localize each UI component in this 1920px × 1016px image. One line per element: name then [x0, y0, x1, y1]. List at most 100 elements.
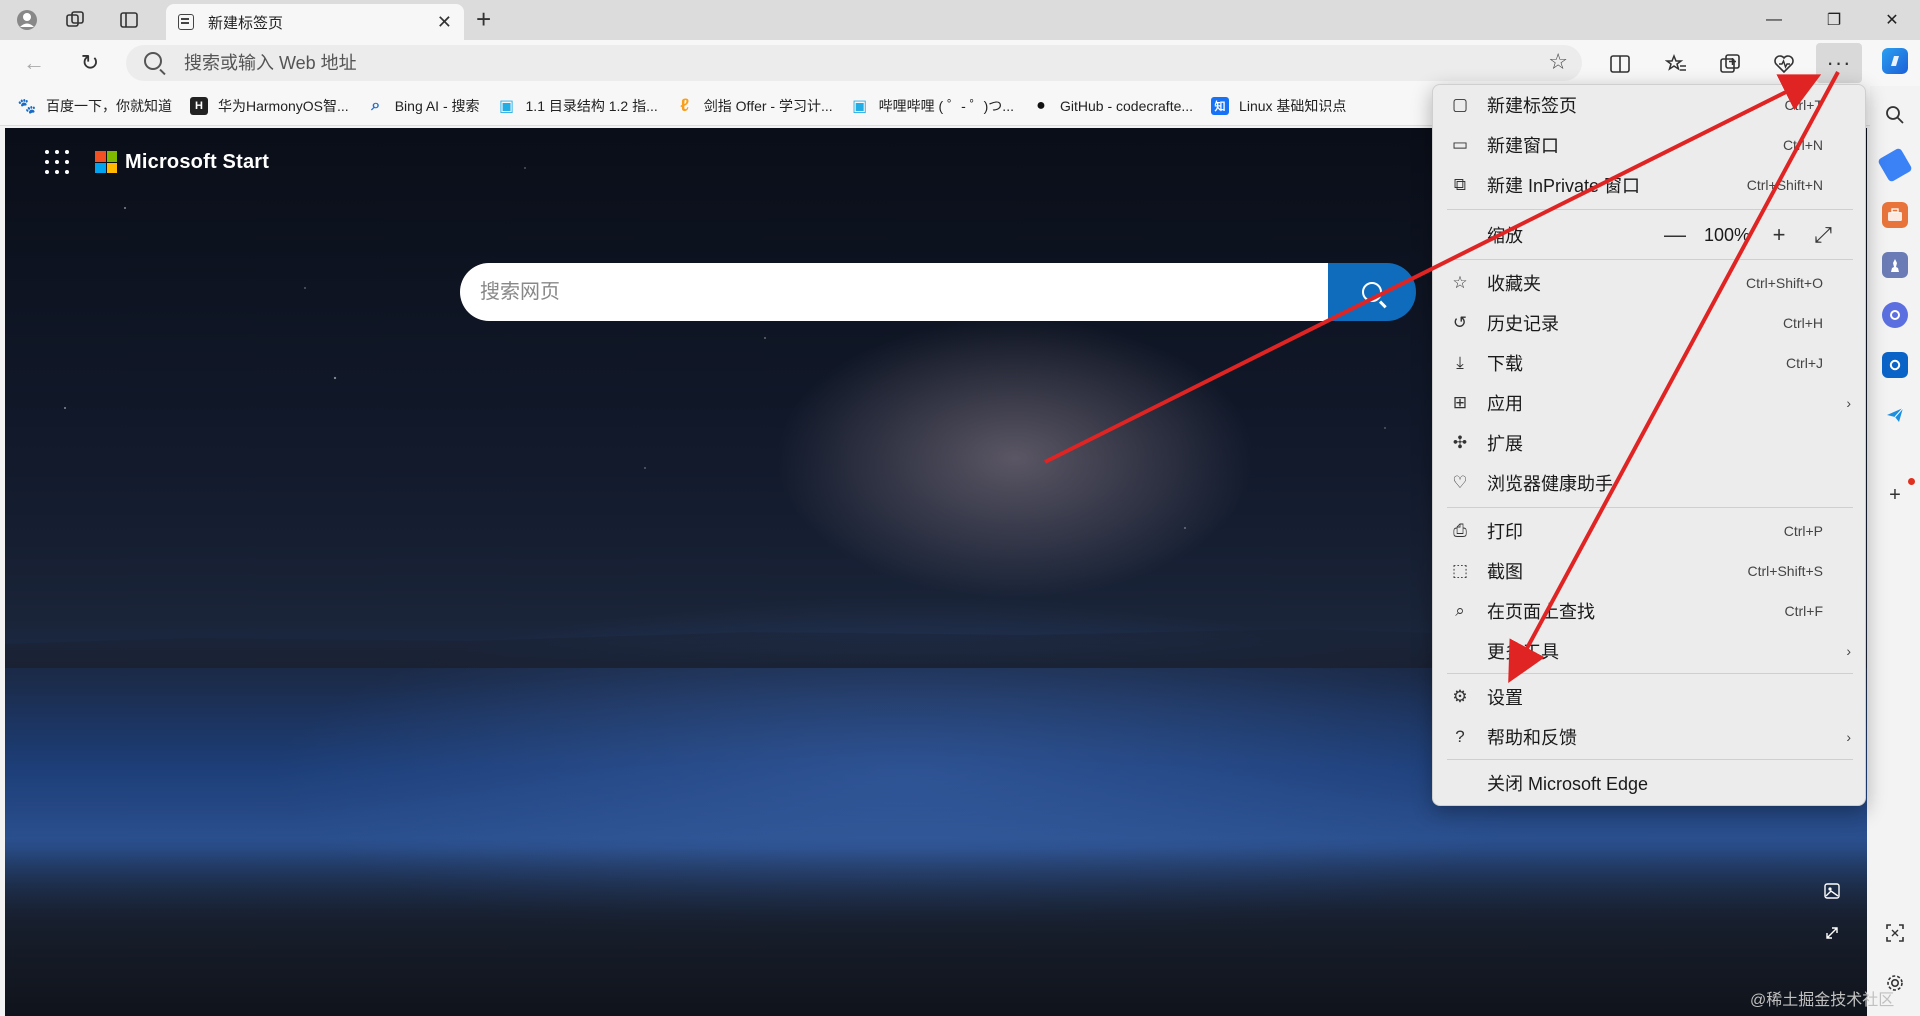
- favorite-label: 1.1 目录结构 1.2 指...: [525, 97, 658, 114]
- refresh-button[interactable]: ↻: [74, 47, 106, 79]
- favorites-icon[interactable]: [1660, 48, 1692, 80]
- tab-title: 新建标签页: [208, 14, 284, 32]
- shore-background: [5, 848, 1867, 1016]
- close-tab-button[interactable]: ✕: [437, 12, 452, 33]
- collections-icon[interactable]: [1714, 48, 1746, 80]
- workspaces-icon[interactable]: [60, 6, 90, 34]
- menu-item-label: 新建标签页: [1487, 96, 1577, 116]
- favorite-item[interactable]: ▣ 1.1 目录结构 1.2 指...: [498, 96, 658, 116]
- menu-item-shortcut: Ctrl+Shift+O: [1745, 275, 1823, 291]
- background-image-icon[interactable]: [1819, 878, 1845, 904]
- navigation-bar: ← ↻ ☆ ···: [0, 40, 1920, 86]
- web-search-button[interactable]: [1328, 263, 1416, 321]
- microsoft-365-icon[interactable]: [1882, 302, 1908, 328]
- new-tab-button[interactable]: +: [476, 4, 491, 35]
- menu-divider: [1447, 673, 1853, 674]
- favorite-label: 哔哩哔哩 ( ゜- ゜)つ...: [878, 97, 1014, 114]
- menu-item-close-edge[interactable]: 关闭 Microsoft Edge: [1433, 765, 1867, 801]
- tools-icon[interactable]: [1882, 202, 1908, 228]
- favorite-item[interactable]: ● GitHub - codecrafte...: [1032, 97, 1193, 115]
- favorite-label: 剑指 Offer - 学习计...: [703, 97, 833, 114]
- menu-item-screenshot[interactable]: ⬚ 截图 Ctrl+Shift+S: [1433, 553, 1867, 589]
- favorite-label: Linux 基础知识点: [1239, 97, 1347, 114]
- menu-item-shortcut: Ctrl+H: [1782, 315, 1823, 331]
- favorite-item[interactable]: ℓ 剑指 Offer - 学习计...: [676, 95, 833, 116]
- favorite-item[interactable]: 知 Linux 基础知识点: [1211, 96, 1346, 116]
- menu-item-history[interactable]: ↺ 历史记录 Ctrl+H: [1433, 305, 1867, 341]
- back-button[interactable]: ←: [18, 47, 50, 79]
- menu-item-favorites[interactable]: ☆ 收藏夹 Ctrl+Shift+O: [1433, 265, 1867, 301]
- menu-item-new-window[interactable]: ▭ 新建窗口 Ctrl+N: [1433, 127, 1867, 163]
- screenshot-icon[interactable]: [1882, 920, 1908, 946]
- restore-button[interactable]: ❐: [1812, 6, 1856, 34]
- menu-item-extensions[interactable]: ✣ 扩展: [1433, 425, 1867, 461]
- zoom-out-button[interactable]: —: [1653, 222, 1697, 248]
- menu-item-shortcut: Ctrl+J: [1786, 355, 1823, 371]
- search-icon[interactable]: [1882, 102, 1908, 128]
- menu-item-shortcut: Ctrl+T: [1784, 97, 1824, 113]
- github-icon: ●: [1036, 96, 1046, 114]
- menu-item-label: 收藏夹: [1487, 274, 1541, 294]
- menu-item-help-feedback[interactable]: ? 帮助和反馈 ›: [1433, 719, 1867, 755]
- bilibili-icon: ▣: [498, 97, 515, 115]
- fullscreen-icon[interactable]: ⤢: [1801, 222, 1845, 248]
- menu-item-apps[interactable]: ⊞ 应用 ›: [1433, 385, 1867, 421]
- menu-item-more-tools[interactable]: 更多工具 ›: [1433, 633, 1867, 669]
- menu-item-label: 历史记录: [1487, 314, 1559, 334]
- new-tab-page-icon: [178, 14, 194, 30]
- notification-dot: [1908, 478, 1915, 485]
- tab-new-tab[interactable]: 新建标签页 ✕: [166, 4, 464, 40]
- settings-and-more-button[interactable]: ···: [1816, 43, 1862, 83]
- menu-divider: [1447, 507, 1853, 508]
- close-window-button[interactable]: ✕: [1870, 6, 1914, 34]
- address-bar[interactable]: ☆: [126, 45, 1582, 81]
- favorite-item[interactable]: H 华为HarmonyOS智...: [190, 96, 349, 116]
- favorite-item[interactable]: ▣ 哔哩哔哩 ( ゜- ゜)つ...: [851, 96, 1014, 116]
- minimize-button[interactable]: —: [1752, 6, 1796, 34]
- watermark: @稀土掘金技术社区: [1750, 992, 1895, 1009]
- expand-icon[interactable]: [1819, 920, 1845, 946]
- menu-item-downloads[interactable]: ⤓ 下载 Ctrl+J: [1433, 345, 1867, 381]
- tab-actions-icon[interactable]: [114, 6, 144, 34]
- menu-item-label: 在页面上查找: [1487, 602, 1595, 622]
- favorites-icon: ☆: [1452, 273, 1468, 292]
- menu-divider: [1447, 259, 1853, 260]
- menu-item-print[interactable]: ⎙ 打印 Ctrl+P: [1433, 513, 1867, 549]
- menu-item-label: 扩展: [1487, 434, 1523, 454]
- zoom-in-button[interactable]: +: [1757, 222, 1801, 248]
- send-icon[interactable]: [1882, 402, 1908, 428]
- app-launcher-icon[interactable]: [45, 150, 69, 174]
- split-screen-icon[interactable]: [1604, 48, 1636, 80]
- brand-label: Microsoft Start: [125, 150, 270, 173]
- menu-item-new-tab[interactable]: ▢ 新建标签页 Ctrl+T: [1433, 87, 1867, 123]
- web-search-box: [460, 263, 1416, 321]
- address-input[interactable]: [184, 51, 1484, 75]
- menu-item-browser-health[interactable]: ♡ 浏览器健康助手: [1433, 465, 1867, 501]
- copilot-icon[interactable]: [1882, 48, 1908, 74]
- shopping-tag-icon[interactable]: [1877, 147, 1913, 183]
- menu-item-shortcut: Ctrl+P: [1783, 523, 1823, 539]
- menu-item-new-inprivate-window[interactable]: ⧉ 新建 InPrivate 窗口 Ctrl+Shift+N: [1433, 167, 1867, 203]
- web-search-input[interactable]: [460, 263, 1332, 321]
- browser-essentials-icon[interactable]: [1768, 48, 1800, 80]
- menu-item-settings[interactable]: ⚙ 设置: [1433, 679, 1867, 715]
- menu-item-label: 新建窗口: [1487, 136, 1559, 156]
- favorite-item[interactable]: ⌕ Bing AI - 搜索: [367, 96, 479, 116]
- submenu-arrow-icon: ›: [1846, 395, 1851, 411]
- print-icon: ⎙: [1453, 521, 1467, 540]
- outlook-icon[interactable]: [1882, 352, 1908, 378]
- add-sidebar-app-button[interactable]: +: [1882, 482, 1908, 508]
- menu-item-label: 更多工具: [1487, 642, 1559, 662]
- edge-sidebar: +: [1870, 48, 1920, 1016]
- profile-icon[interactable]: [12, 6, 42, 34]
- favorite-label: 华为HarmonyOS智...: [218, 97, 349, 114]
- menu-item-find-on-page[interactable]: ⌕ 在页面上查找 Ctrl+F: [1433, 593, 1867, 629]
- title-bar: 新建标签页 ✕ + — ❐ ✕: [0, 0, 1920, 40]
- menu-divider: [1447, 209, 1853, 210]
- favorite-star-icon[interactable]: ☆: [1548, 49, 1568, 75]
- harmony-icon: H: [190, 96, 208, 115]
- games-icon[interactable]: [1882, 252, 1908, 278]
- favorite-item[interactable]: 🐾 百度一下，你就知道: [18, 96, 172, 116]
- find-icon: ⌕: [1455, 601, 1465, 620]
- menu-item-label: 截图: [1487, 562, 1523, 582]
